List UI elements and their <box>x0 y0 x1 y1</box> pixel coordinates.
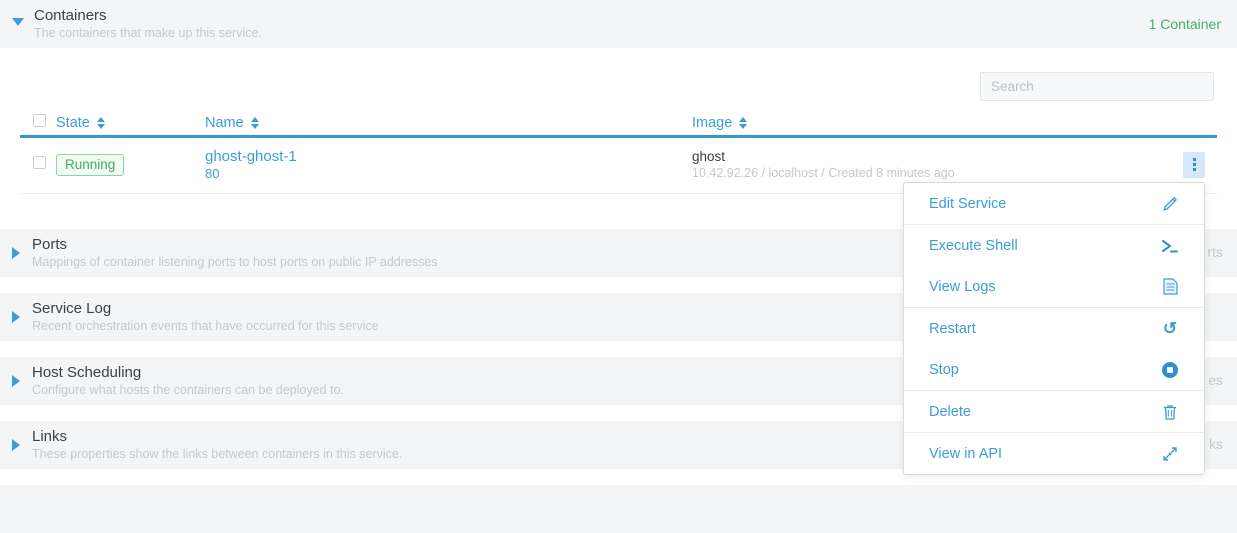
stop-icon <box>1161 361 1179 379</box>
table-header-row: State Name Image <box>20 111 1217 138</box>
sort-icon[interactable] <box>97 117 105 129</box>
expand-caret-icon[interactable] <box>12 439 20 451</box>
section-subtitle: Mappings of container listening ports to… <box>32 254 438 271</box>
column-header-state[interactable]: State <box>56 115 205 131</box>
menu-item-stop[interactable]: Stop <box>904 349 1204 390</box>
restart-icon: ↺ <box>1161 320 1179 338</box>
status-badge: Running <box>56 154 124 176</box>
menu-item-label: View in API <box>929 446 1002 462</box>
sort-icon[interactable] <box>739 117 747 129</box>
image-name: ghost <box>692 148 1172 165</box>
search-row <box>0 48 1237 101</box>
search-input[interactable] <box>980 72 1214 101</box>
section-title: Containers <box>34 6 262 25</box>
column-label: Image <box>692 115 732 131</box>
section-count-fragment: rts <box>1207 244 1223 260</box>
section-title: Links <box>32 427 402 446</box>
pencil-icon <box>1161 195 1179 213</box>
collapse-caret-icon[interactable] <box>12 18 24 26</box>
row-actions-menu: Edit Service Execute Shell View Logs <box>903 182 1205 475</box>
containers-section-titles: Containers The containers that make up t… <box>34 6 262 42</box>
section-bar-partial[interactable] <box>0 485 1237 533</box>
menu-item-label: Stop <box>929 362 959 378</box>
container-name-link[interactable]: ghost-ghost-1 <box>205 148 297 165</box>
menu-item-execute-shell[interactable]: Execute Shell <box>904 225 1204 266</box>
sort-icon[interactable] <box>251 117 259 129</box>
menu-item-delete[interactable]: Delete <box>904 391 1204 432</box>
section-title: Ports <box>32 235 438 254</box>
external-link-icon <box>1161 445 1179 463</box>
terminal-icon <box>1161 237 1179 255</box>
menu-item-label: Restart <box>929 321 976 337</box>
section-title: Host Scheduling <box>32 363 344 382</box>
section-title: Service Log <box>32 299 379 318</box>
section-count-fragment: ks <box>1209 436 1223 452</box>
section-subtitle: The containers that make up this service… <box>34 25 262 42</box>
container-port: 80 <box>205 166 692 181</box>
trash-icon <box>1161 403 1179 421</box>
section-subtitle: Recent orchestration events that have oc… <box>32 318 379 335</box>
menu-item-label: Delete <box>929 404 971 420</box>
column-label: Name <box>205 115 244 131</box>
expand-caret-icon[interactable] <box>12 247 20 259</box>
expand-caret-icon[interactable] <box>12 375 20 387</box>
menu-item-label: View Logs <box>929 279 996 295</box>
menu-item-label: Edit Service <box>929 196 1006 212</box>
section-subtitle: Configure what hosts the containers can … <box>32 382 344 399</box>
menu-item-view-logs[interactable]: View Logs <box>904 266 1204 307</box>
menu-item-view-in-api[interactable]: View in API <box>904 433 1204 474</box>
containers-section-header[interactable]: Containers The containers that make up t… <box>0 0 1237 48</box>
section-count-fragment: es <box>1208 372 1223 388</box>
menu-item-label: Execute Shell <box>929 238 1018 254</box>
select-all-checkbox[interactable] <box>33 114 46 127</box>
image-detail: 10.42.92.26 / localhost / Created 8 minu… <box>692 165 1172 181</box>
row-checkbox[interactable] <box>33 156 46 169</box>
expand-caret-icon[interactable] <box>12 311 20 323</box>
menu-item-edit-service[interactable]: Edit Service <box>904 183 1204 224</box>
container-count-badge: 1 Container <box>1149 16 1221 32</box>
row-actions-kebab-button[interactable] <box>1183 152 1205 178</box>
column-label: State <box>56 115 90 131</box>
document-icon <box>1161 278 1179 296</box>
section-subtitle: These properties show the links between … <box>32 446 402 463</box>
menu-item-restart[interactable]: Restart ↺ <box>904 308 1204 349</box>
column-header-image[interactable]: Image <box>692 115 1172 131</box>
column-header-name[interactable]: Name <box>205 115 692 131</box>
